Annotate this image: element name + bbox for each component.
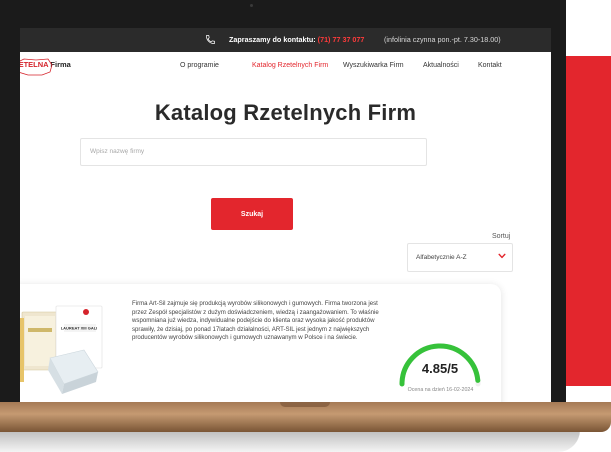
sort-selected-value: Alfabetycznie A-Z [416,254,467,261]
laptop-shadow [0,430,580,452]
sort-select[interactable]: Alfabetycznie A-Z [407,243,513,272]
award-label: LAUREAT XIII GALI [61,326,98,331]
rating-score: 4.85/5 [421,361,459,376]
nav-wyszukiwarka[interactable]: Wyszukiwarka Firm [343,62,404,69]
nav-kontakt[interactable]: Kontakt [478,62,502,69]
chevron-down-icon [498,253,506,259]
contact-label: Zapraszamy do kontaktu: [229,35,316,44]
page-title: Katalog Rzetelnych Firm [154,100,417,125]
nav-katalog[interactable]: Katalog Rzetelnych Firm [252,62,328,69]
browser-screen: Zapraszamy do kontaktu: (71) 77 37 077 (… [20,28,551,402]
contact-text: Zapraszamy do kontaktu: (71) 77 37 077 [229,35,364,44]
laptop-base [0,402,611,432]
poland-map-icon [20,58,53,76]
camera-icon [250,4,253,7]
nav-aktualnosci[interactable]: Aktualności [423,62,459,69]
award-certificate-image: LAUREAT XIII GALI [20,305,103,394]
nav-o-programie[interactable]: O programie [180,62,219,69]
company-description: Firma Art-Sil zajmuje się produkcją wyro… [132,300,379,342]
rating-date: Ocena na dzień 16-02-2024 [407,387,474,393]
company-card[interactable]: LAUREAT XIII GALI Firma Art-Sil zajmuje … [20,284,501,402]
sort-label: Sortuj [492,233,511,240]
top-info-bar: Zapraszamy do kontaktu: (71) 77 37 077 (… [20,28,551,52]
main-navbar: ZETELNA Firma O programie Katalog Rzetel… [20,52,551,80]
search-field[interactable] [80,138,427,166]
contact-phone-link[interactable]: (71) 77 37 077 [318,35,365,44]
hotline-hours: (infolinia czynna pon.-pt. 7.30-18.00) [384,35,501,44]
search-button[interactable]: Szukaj [211,198,293,230]
laptop-notch [280,402,330,407]
search-input[interactable] [81,139,420,163]
phone-icon [206,35,215,44]
site-logo[interactable]: ZETELNA Firma [20,58,71,76]
